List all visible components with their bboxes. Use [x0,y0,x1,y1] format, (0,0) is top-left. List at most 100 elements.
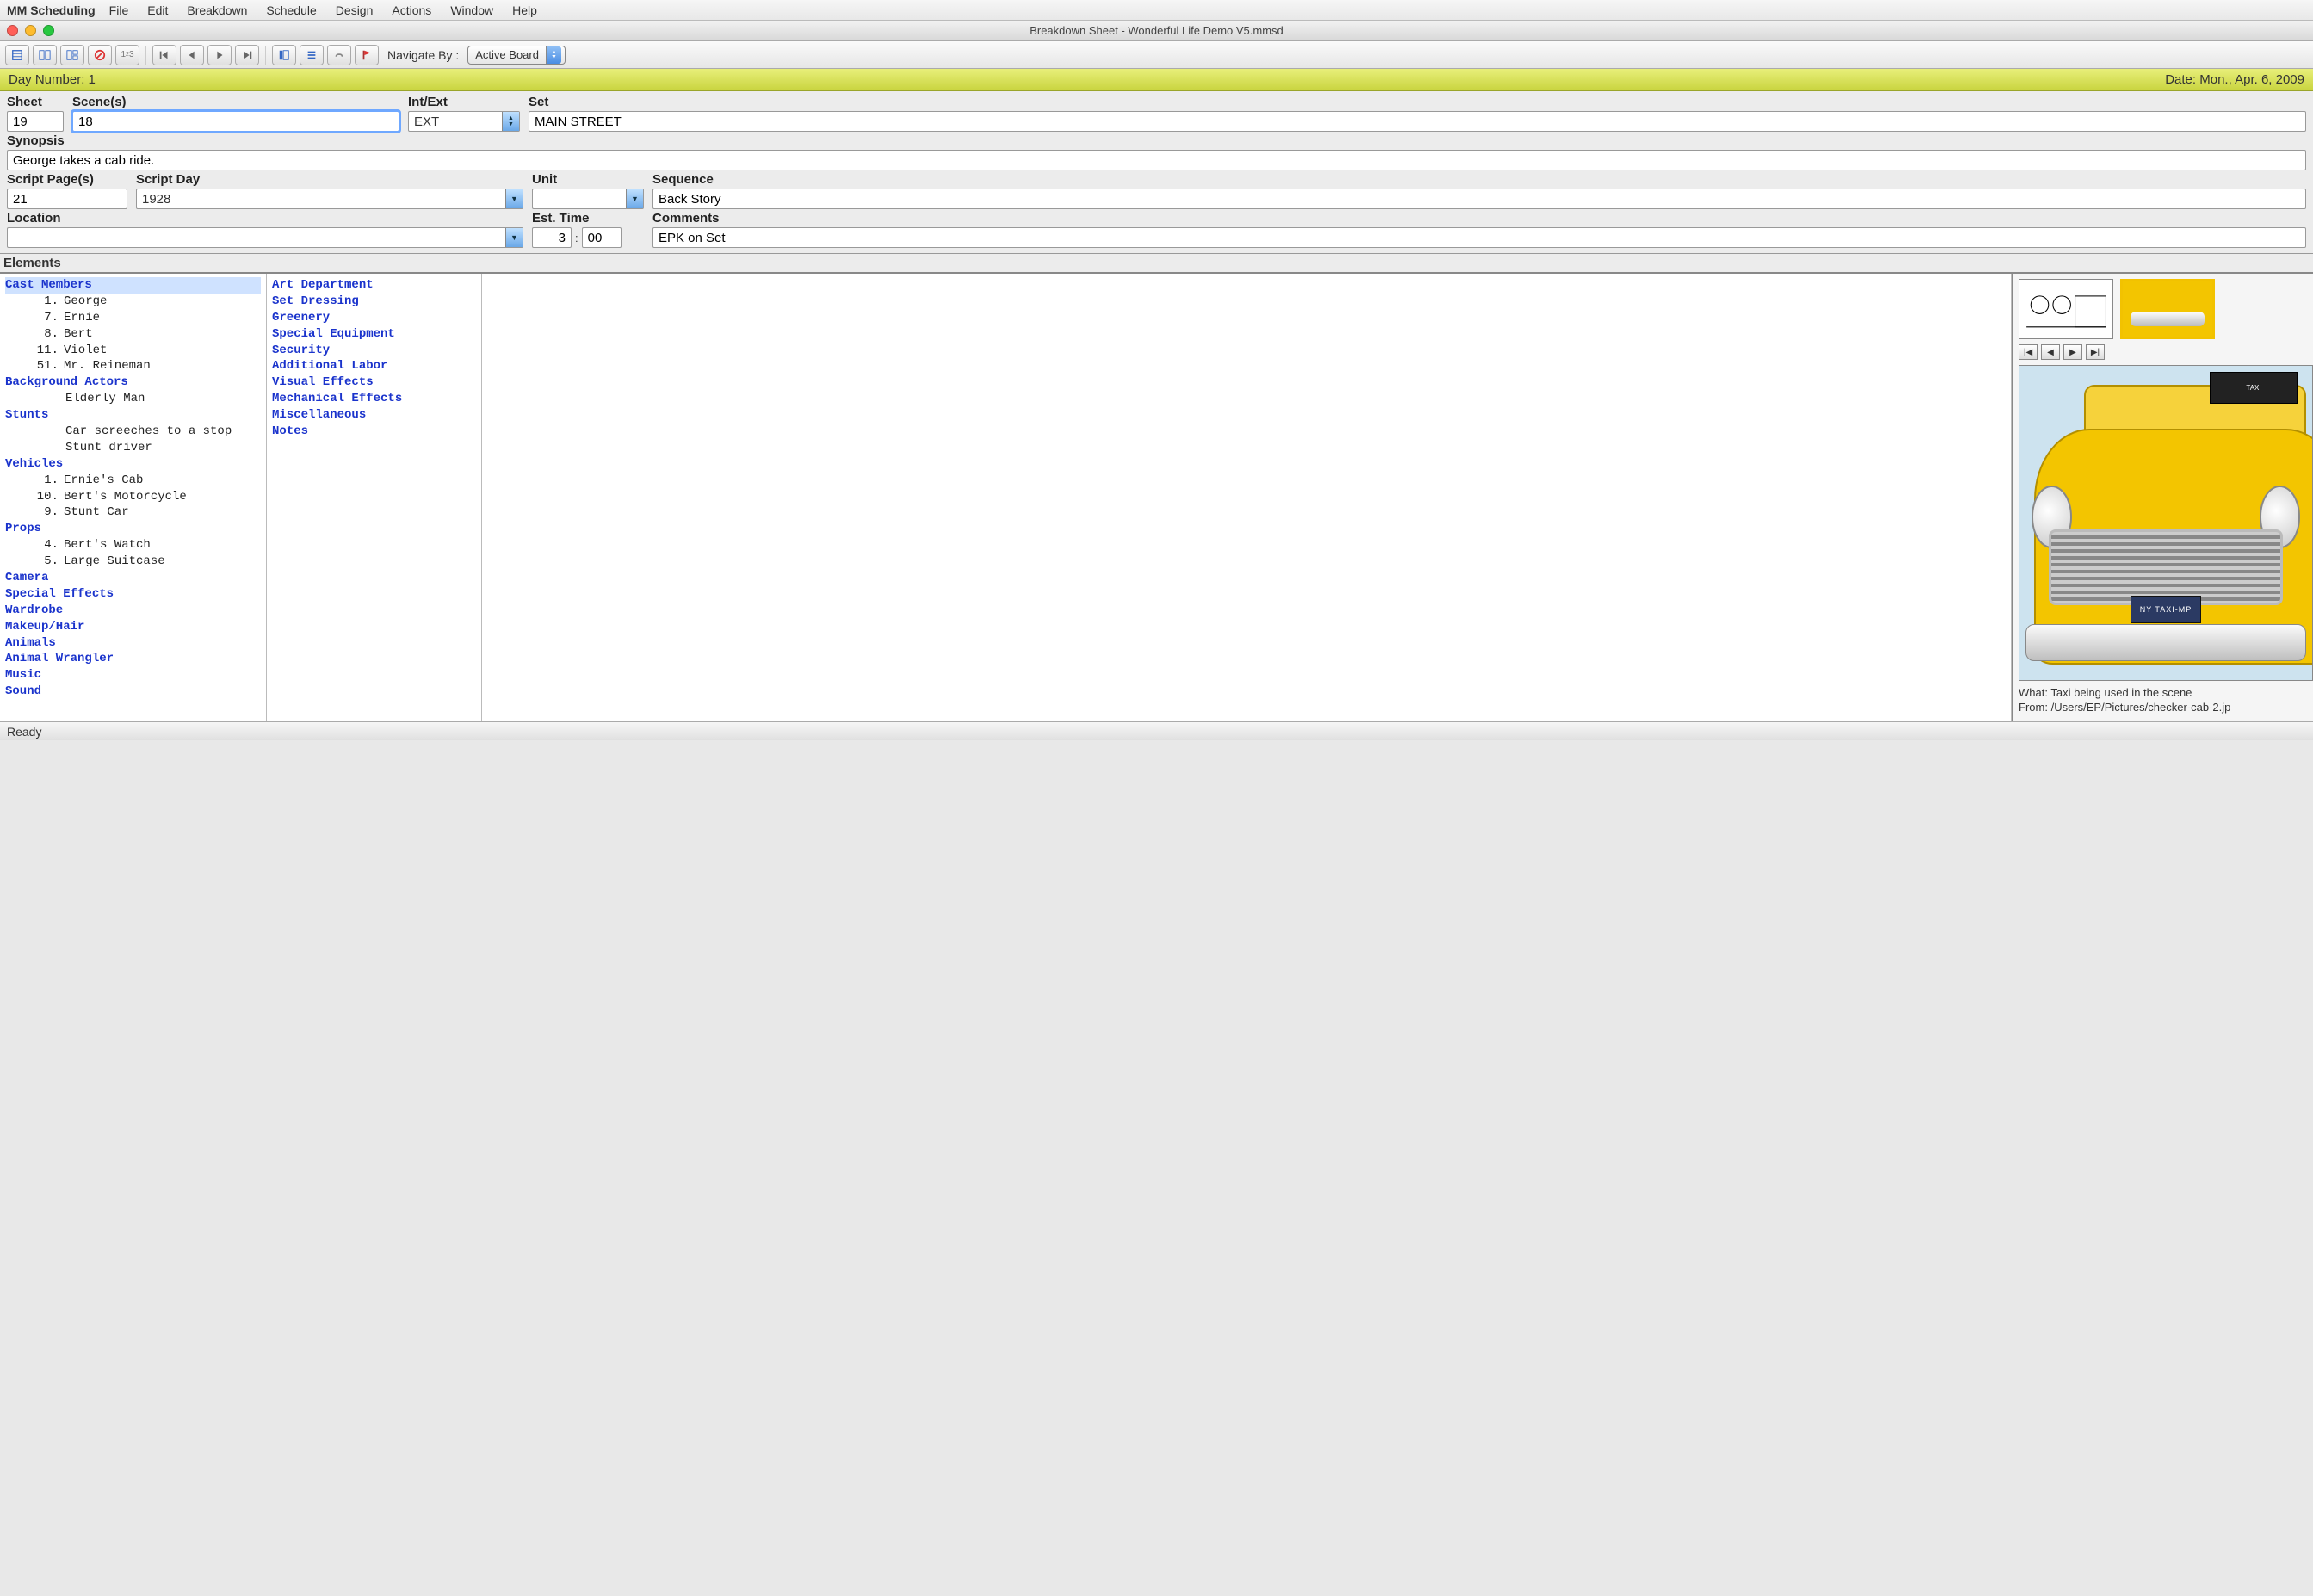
image-metadata: What: Taxi being used in the scene From:… [2013,684,2313,721]
script-pages-label: Script Page(s) [7,172,127,187]
script-day-select[interactable]: 1928 ▼ [136,189,523,209]
element-item[interactable]: Car screeches to a stop [5,424,261,440]
renumber-button[interactable]: 123 [115,45,139,65]
view-sheet-button[interactable] [5,45,29,65]
menu-help[interactable]: Help [512,3,537,17]
sequence-input[interactable] [652,189,2306,209]
element-category-header[interactable]: Special Effects [5,586,261,603]
est-time-mins-input[interactable] [582,227,622,248]
menubar: MM Scheduling File Edit Breakdown Schedu… [0,0,2313,21]
element-category-header[interactable]: Additional Labor [272,358,476,374]
synopsis-input[interactable] [7,150,2306,170]
element-item[interactable]: 11.Violet [5,343,261,359]
close-window-button[interactable] [7,25,18,36]
sheet-input[interactable] [7,111,64,132]
element-category-header[interactable]: Animal Wrangler [5,651,261,667]
zoom-window-button[interactable] [43,25,54,36]
app-name: MM Scheduling [7,3,96,17]
elements-column-2[interactable]: Art DepartmentSet DressingGreenerySpecia… [267,274,482,721]
layout-a-button[interactable] [272,45,296,65]
element-item[interactable]: Elderly Man [5,391,261,407]
menu-breakdown[interactable]: Breakdown [187,3,247,17]
comments-input[interactable] [652,227,2306,248]
element-item[interactable]: 4.Bert's Watch [5,537,261,554]
element-item[interactable]: 5.Large Suitcase [5,554,261,570]
menu-schedule[interactable]: Schedule [266,3,316,17]
element-category-header[interactable]: Greenery [272,310,476,326]
scenes-input[interactable] [72,111,399,132]
element-category-header[interactable]: Visual Effects [272,374,476,391]
element-item[interactable]: 9.Stunt Car [5,504,261,521]
layout-list-button[interactable] [300,45,324,65]
element-category-header[interactable]: Stunts [5,407,261,424]
unit-select[interactable]: ▼ [532,189,644,209]
menu-file[interactable]: File [109,3,129,17]
element-category-header[interactable]: Music [5,667,261,684]
nav-last-button[interactable] [235,45,259,65]
flag-button[interactable] [355,45,379,65]
sequence-label: Sequence [652,172,2306,187]
menu-design[interactable]: Design [336,3,374,17]
element-category-header[interactable]: Art Department [272,277,476,294]
chevron-down-icon: ▼ [505,189,523,208]
comments-label: Comments [652,211,2306,226]
element-item[interactable]: Stunt driver [5,440,261,456]
element-category-header[interactable]: Special Equipment [272,326,476,343]
image-panel: |◀ ◀ ▶ ▶| TAXI NY TAXI-MP What: Taxi bei… [2012,274,2313,721]
menu-actions[interactable]: Actions [392,3,431,17]
no-entry-icon[interactable] [88,45,112,65]
est-time-hours-input[interactable] [532,227,572,248]
element-category-header[interactable]: Sound [5,684,261,700]
view-twoup-button[interactable] [33,45,57,65]
synopsis-label: Synopsis [7,133,2306,148]
image-last-button[interactable]: ▶| [2086,344,2105,360]
menu-window[interactable]: Window [450,3,493,17]
script-day-label: Script Day [136,172,523,187]
nav-prev-button[interactable] [180,45,204,65]
nav-first-button[interactable] [152,45,176,65]
intext-select[interactable]: EXT ▲▼ [408,111,520,132]
element-category-header[interactable]: Makeup/Hair [5,619,261,635]
thumbnail-2[interactable] [2120,279,2215,339]
element-category-header[interactable]: Props [5,521,261,537]
element-category-header[interactable]: Camera [5,570,261,586]
image-prev-button[interactable]: ◀ [2041,344,2060,360]
element-category-header[interactable]: Animals [5,635,261,652]
taxi-sign-text: TAXI [2210,372,2298,404]
element-category-header[interactable]: Security [272,343,476,359]
element-item[interactable]: 1.George [5,294,261,310]
element-item[interactable]: 10.Bert's Motorcycle [5,489,261,505]
elements-column-1[interactable]: Cast Members1.George7.Ernie8.Bert11.Viol… [0,274,267,721]
element-item[interactable]: 8.Bert [5,326,261,343]
navigate-by-select[interactable]: Active Board ▲▼ [467,46,566,65]
link-button[interactable] [327,45,351,65]
thumbnail-1[interactable] [2019,279,2113,339]
element-category-header[interactable]: Mechanical Effects [272,391,476,407]
element-category-header[interactable]: Miscellaneous [272,407,476,424]
unit-label: Unit [532,172,644,187]
element-category-header[interactable]: Set Dressing [272,294,476,310]
element-category-header[interactable]: Vehicles [5,456,261,473]
nav-next-button[interactable] [207,45,232,65]
menu-edit[interactable]: Edit [147,3,168,17]
set-input[interactable] [529,111,2306,132]
element-category-header[interactable]: Wardrobe [5,603,261,619]
toolbar-separator [265,46,266,65]
dropdown-arrows-icon: ▲▼ [502,112,519,131]
day-date-label: Date: Mon., Apr. 6, 2009 [2165,72,2304,87]
script-pages-input[interactable] [7,189,127,209]
element-category-header[interactable]: Background Actors [5,374,261,391]
location-select[interactable]: ▼ [7,227,523,248]
element-category-header[interactable]: Notes [272,424,476,440]
element-category-header[interactable]: Cast Members [5,277,261,294]
image-first-button[interactable]: |◀ [2019,344,2038,360]
minimize-window-button[interactable] [25,25,36,36]
element-item[interactable]: 7.Ernie [5,310,261,326]
image-next-button[interactable]: ▶ [2063,344,2082,360]
element-item[interactable]: 1.Ernie's Cab [5,473,261,489]
image-preview[interactable]: TAXI NY TAXI-MP [2019,365,2313,681]
element-item[interactable]: 51.Mr. Reineman [5,358,261,374]
view-split-button[interactable] [60,45,84,65]
scenes-label: Scene(s) [72,95,399,109]
elements-column-3[interactable] [482,274,2012,721]
